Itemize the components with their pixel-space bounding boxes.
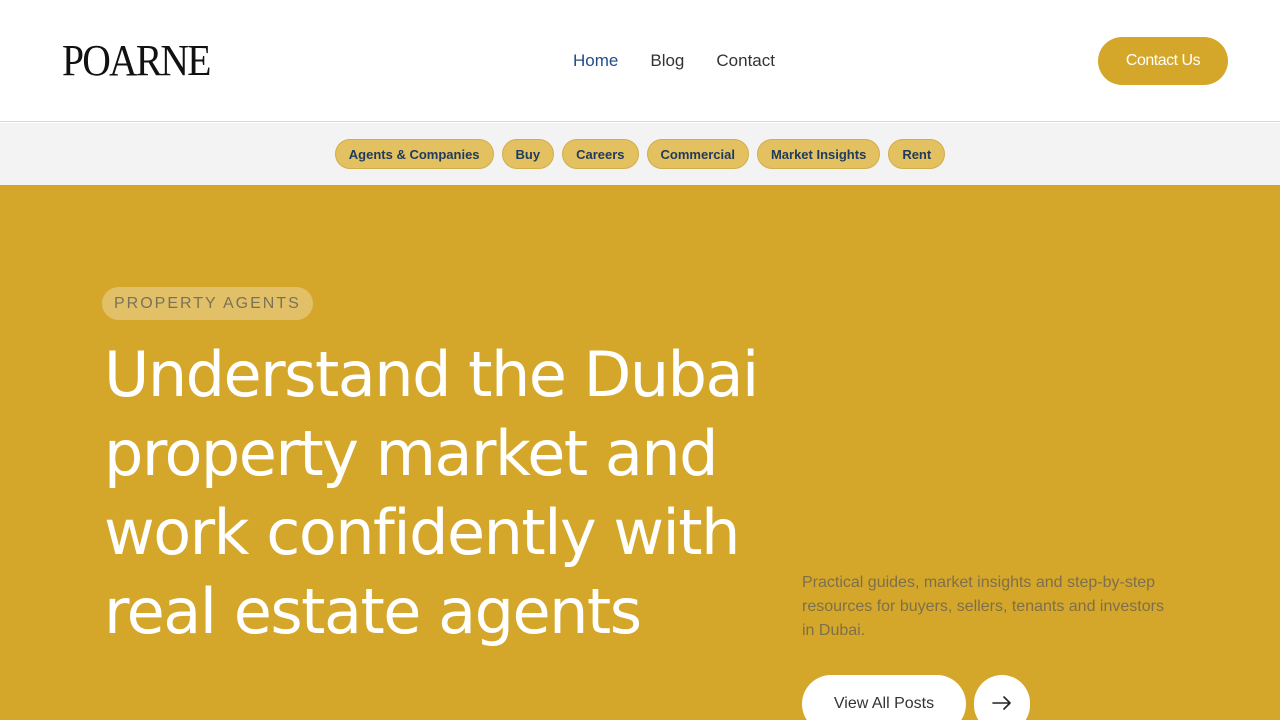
- hero-description: Practical guides, market insights and st…: [802, 574, 1164, 639]
- category-chip-market-insights[interactable]: Market Insights: [756, 139, 881, 169]
- view-all-posts-arrow-button[interactable]: [974, 675, 1030, 720]
- nav-item-blog[interactable]: Blog: [650, 50, 684, 72]
- category-bar: Agents & Companies Buy Careers Commercia…: [0, 123, 1280, 185]
- nav-item-contact[interactable]: Contact: [716, 50, 775, 72]
- category-chip-agents-companies[interactable]: Agents & Companies: [334, 139, 494, 169]
- hero-headline: Understand the Dubai property market and…: [104, 338, 759, 648]
- hero-eyebrow-badge: PROPERTY AGENTS: [102, 287, 313, 320]
- category-chip-commercial[interactable]: Commercial: [646, 139, 749, 169]
- view-all-posts-button[interactable]: View All Posts: [802, 675, 966, 720]
- category-chip-rent[interactable]: Rent: [888, 139, 946, 169]
- category-chip-buy[interactable]: Buy: [501, 139, 555, 169]
- category-chip-careers[interactable]: Careers: [562, 139, 639, 169]
- site-logo[interactable]: POARNE: [62, 38, 211, 84]
- arrow-right-icon: [992, 695, 1012, 713]
- hero-section: PROPERTY AGENTS Understand the Dubai pro…: [0, 185, 1280, 720]
- nav-item-home[interactable]: Home: [573, 50, 618, 72]
- contact-us-button[interactable]: Contact Us: [1098, 37, 1228, 85]
- main-nav: Home Blog Contact: [573, 50, 775, 72]
- site-header: POARNE Home Blog Contact Contact Us: [0, 0, 1280, 122]
